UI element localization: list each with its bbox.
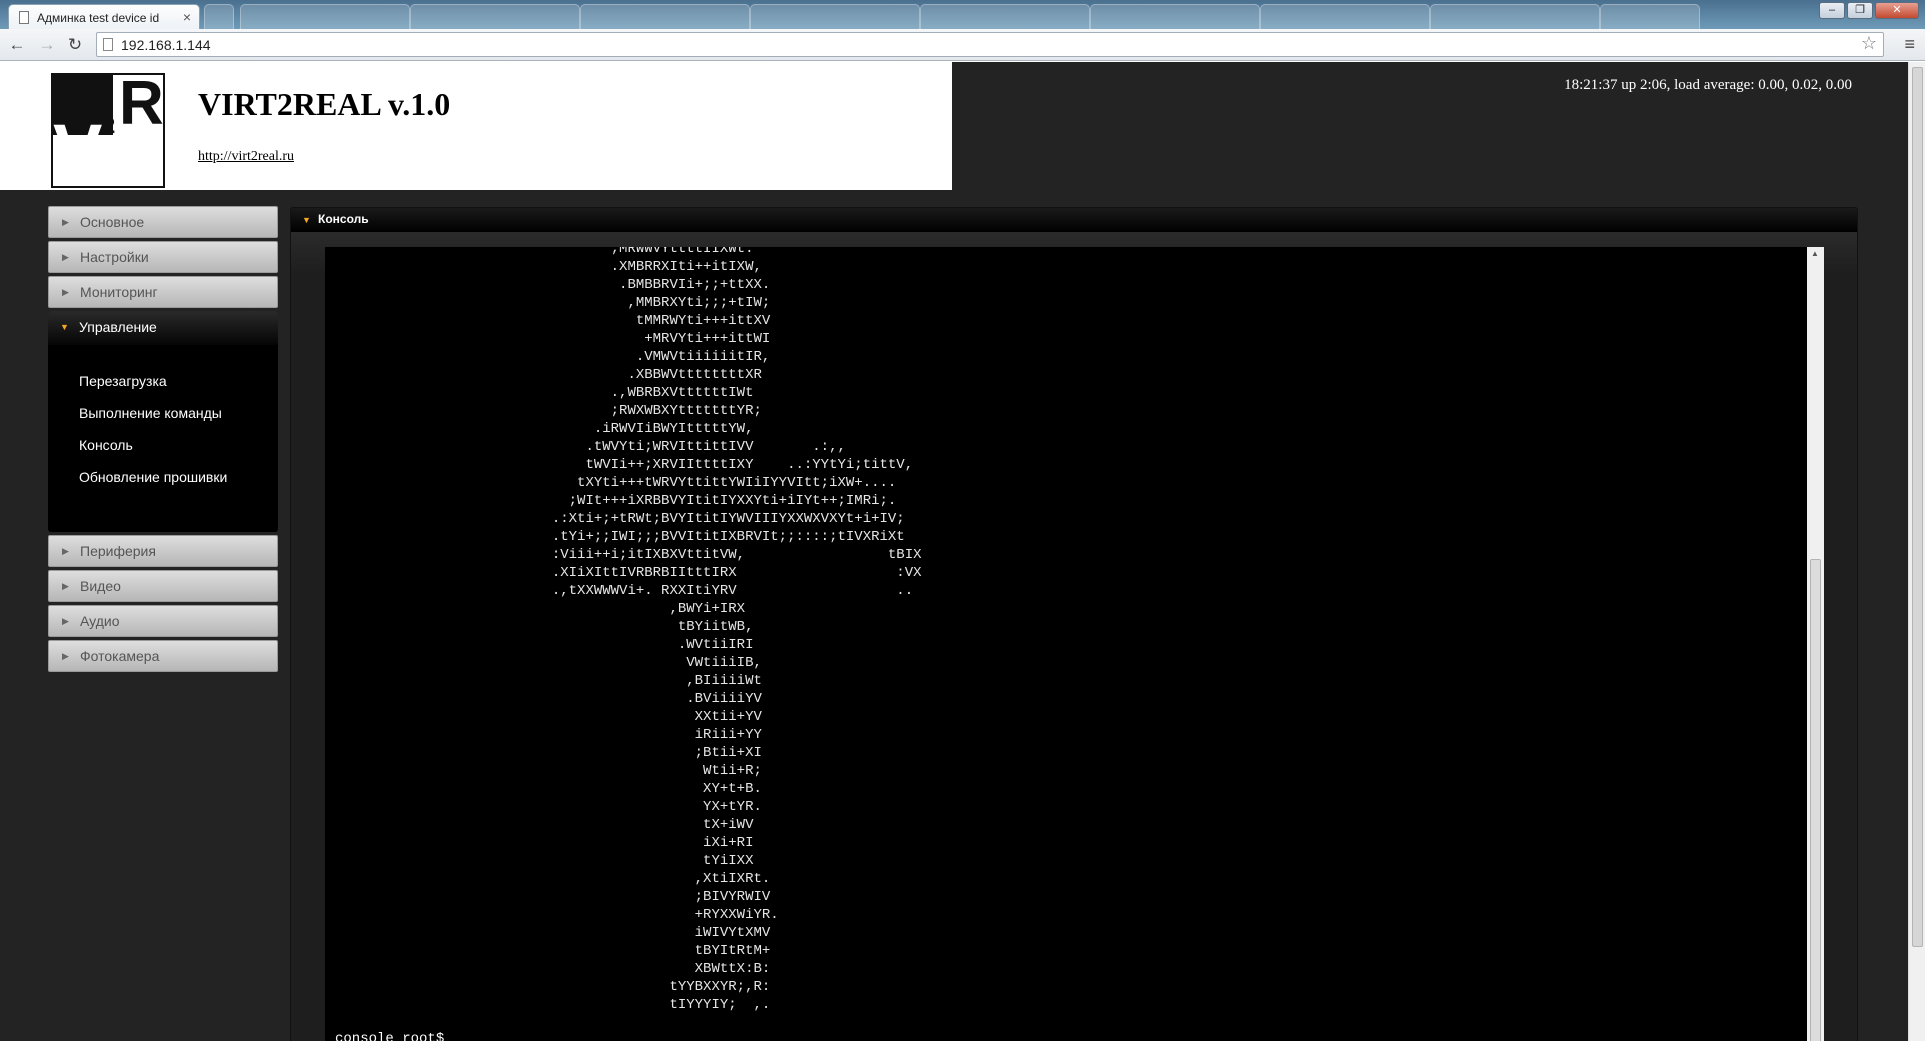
sidebar-item-label: Периферия bbox=[80, 543, 156, 559]
window-controls: – ❐ ✕ bbox=[1819, 2, 1919, 19]
sidebar-item-label: Аудио bbox=[80, 613, 120, 629]
tab-title: Админка test device id bbox=[37, 11, 160, 25]
site-title: VIRT2REAL v.1.0 bbox=[198, 86, 451, 122]
sidebar-nav: ▶ Основное ▶ Настройки ▶ Мониторинг ▼ Уп… bbox=[48, 206, 278, 675]
sidebar-item-label: Настройки bbox=[80, 249, 149, 265]
chevron-right-icon: ▶ bbox=[62, 616, 69, 626]
sidebar-group-upravlenie: ▼ Управление Перезагрузка Выполнение ком… bbox=[48, 311, 278, 532]
bookmark-star-icon[interactable]: ☆ bbox=[1861, 33, 1877, 54]
submenu-item-reboot[interactable]: Перезагрузка bbox=[48, 365, 278, 397]
browser-tab[interactable] bbox=[1260, 4, 1430, 29]
terminal-scroll-thumb[interactable] bbox=[1810, 559, 1821, 1041]
chevron-right-icon: ▶ bbox=[62, 287, 69, 297]
sidebar-item-fotokamera[interactable]: ▶ Фотокамера bbox=[48, 640, 278, 672]
chevron-down-icon: ▼ bbox=[60, 322, 69, 332]
v2r-logo: R V 2 bbox=[51, 73, 165, 188]
sidebar-item-nastroiki[interactable]: ▶ Настройки bbox=[48, 241, 278, 273]
back-arrow-icon[interactable]: ← bbox=[6, 34, 28, 56]
panel-title: Консоль bbox=[318, 212, 369, 226]
chevron-right-icon: ▶ bbox=[62, 252, 69, 262]
sidebar-item-label: Мониторинг bbox=[80, 284, 158, 300]
address-bar[interactable]: 192.168.1.144 ☆ bbox=[96, 32, 1884, 57]
uptime-status: 18:21:37 up 2:06, load average: 0.00, 0.… bbox=[1564, 77, 1852, 93]
tab-close-icon[interactable]: × bbox=[183, 9, 191, 25]
browser-tab[interactable] bbox=[1600, 4, 1700, 29]
minimize-button[interactable]: – bbox=[1819, 2, 1845, 19]
logo-r-glyph: R bbox=[119, 73, 164, 138]
logo-2-glyph: 2 bbox=[103, 113, 116, 138]
browser-tab[interactable] bbox=[1430, 4, 1600, 29]
page-icon bbox=[103, 38, 113, 51]
browser-toolbar: ← → ↻ 192.168.1.144 ☆ ≡ bbox=[0, 29, 1925, 61]
sidebar-item-label: Управление bbox=[79, 319, 157, 335]
terminal-ascii-output: ;MRWWVYttttIIXWt. .XMBRRXIti++itIXW, .BM… bbox=[551, 247, 922, 1013]
browser-tab[interactable] bbox=[240, 4, 410, 29]
page-scroll-thumb[interactable] bbox=[1912, 67, 1923, 947]
chevron-right-icon: ▶ bbox=[62, 651, 69, 661]
sidebar-item-osnovnoe[interactable]: ▶ Основное bbox=[48, 206, 278, 238]
forward-arrow-icon[interactable]: → bbox=[36, 34, 58, 56]
terminal-scrollbar[interactable]: ▲ bbox=[1807, 247, 1824, 1041]
sidebar-item-video[interactable]: ▶ Видео bbox=[48, 570, 278, 602]
submenu-item-run-command[interactable]: Выполнение команды bbox=[48, 397, 278, 429]
chevron-right-icon: ▶ bbox=[62, 581, 69, 591]
browser-tab[interactable] bbox=[1090, 4, 1260, 29]
browser-tab-strip: Админка test device id × – ❐ ✕ bbox=[0, 0, 1925, 29]
terminal-output[interactable]: ;MRWWVYttttIIXWt. .XMBRRXIti++itIXW, .BM… bbox=[325, 247, 1813, 1041]
submenu-item-console[interactable]: Консоль bbox=[48, 429, 278, 461]
browser-tab[interactable] bbox=[750, 4, 920, 29]
address-url[interactable]: 192.168.1.144 bbox=[121, 37, 211, 53]
new-tab-button[interactable] bbox=[204, 4, 234, 29]
browser-tab[interactable] bbox=[410, 4, 580, 29]
page-viewport: R V 2 VIRT2REAL v.1.0 http://virt2real.r… bbox=[0, 62, 1908, 1041]
reload-icon[interactable]: ↻ bbox=[64, 34, 86, 56]
site-link[interactable]: http://virt2real.ru bbox=[198, 149, 294, 165]
submenu-item-firmware-update[interactable]: Обновление прошивки bbox=[48, 461, 278, 493]
close-window-button[interactable]: ✕ bbox=[1875, 2, 1919, 19]
browser-tab[interactable] bbox=[920, 4, 1090, 29]
browser-menu-icon[interactable]: ≡ bbox=[1904, 34, 1915, 55]
sidebar-item-upravlenie[interactable]: ▼ Управление bbox=[48, 311, 278, 345]
logo-v-glyph: V bbox=[53, 109, 103, 188]
page-favicon-icon bbox=[19, 11, 29, 24]
chevron-right-icon: ▶ bbox=[62, 217, 69, 227]
sidebar-item-label: Основное bbox=[80, 214, 145, 230]
sidebar-item-audio[interactable]: ▶ Аудио bbox=[48, 605, 278, 637]
console-panel: ▼ Консоль ;MRWWVYttttIIXWt. .XMBRRXIti++… bbox=[290, 207, 1858, 1041]
sidebar-item-monitoring[interactable]: ▶ Мониторинг bbox=[48, 276, 278, 308]
sidebar-item-periferiya[interactable]: ▶ Периферия bbox=[48, 535, 278, 567]
chevron-down-icon: ▼ bbox=[302, 215, 311, 225]
terminal-prompt[interactable]: console root$ bbox=[335, 1031, 444, 1041]
maximize-button[interactable]: ❐ bbox=[1847, 2, 1873, 19]
sidebar-item-label: Видео bbox=[80, 578, 121, 594]
sidebar-item-label: Фотокамера bbox=[80, 648, 160, 664]
submenu: Перезагрузка Выполнение команды Консоль … bbox=[48, 345, 278, 493]
panel-header[interactable]: ▼ Консоль bbox=[291, 208, 1857, 232]
browser-tab-active[interactable]: Админка test device id × bbox=[8, 4, 200, 29]
scroll-up-icon[interactable]: ▲ bbox=[1811, 249, 1819, 258]
chevron-right-icon: ▶ bbox=[62, 546, 69, 556]
browser-tab[interactable] bbox=[580, 4, 750, 29]
page-scrollbar[interactable] bbox=[1908, 62, 1925, 1041]
